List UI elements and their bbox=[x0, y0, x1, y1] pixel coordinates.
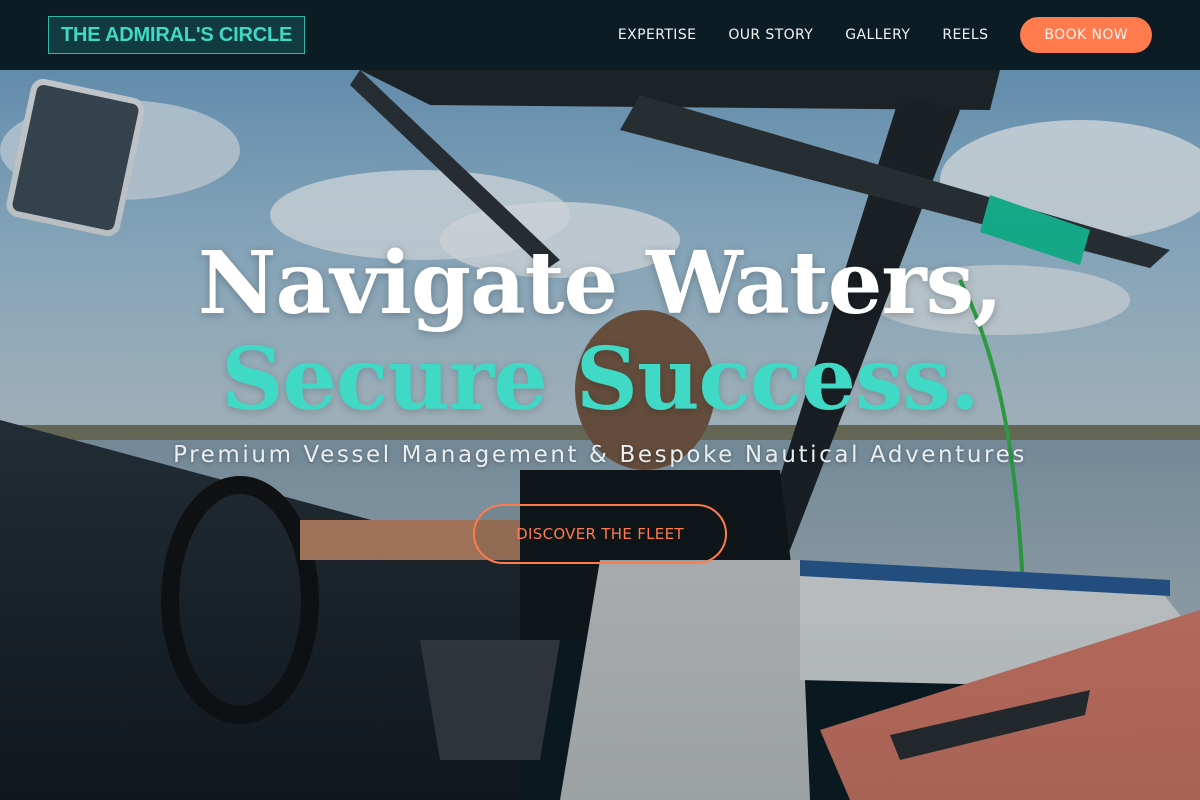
hero-headline: Navigate Waters, Secure Success. bbox=[0, 236, 1200, 428]
top-navigation: THE ADMIRAL'S CIRCLE EXPERTISE OUR STORY… bbox=[0, 0, 1200, 70]
book-now-button[interactable]: BOOK NOW bbox=[1020, 17, 1152, 53]
nav-link-expertise[interactable]: EXPERTISE bbox=[618, 27, 696, 43]
nav-link-reels[interactable]: REELS bbox=[942, 27, 988, 43]
discover-fleet-button[interactable]: DISCOVER THE FLEET bbox=[473, 504, 727, 564]
nav-link-our-story[interactable]: OUR STORY bbox=[728, 27, 813, 43]
hero-content: Navigate Waters, Secure Success. Premium… bbox=[0, 236, 1200, 564]
headline-line-1: Navigate Waters, bbox=[197, 233, 1003, 334]
hero-subtitle: Premium Vessel Management & Bespoke Naut… bbox=[173, 442, 1027, 468]
nav-link-gallery[interactable]: GALLERY bbox=[845, 27, 910, 43]
headline-line-2: Secure Success. bbox=[221, 329, 980, 430]
site-logo[interactable]: THE ADMIRAL'S CIRCLE bbox=[48, 16, 306, 54]
nav-links: EXPERTISE OUR STORY GALLERY REELS BOOK N… bbox=[618, 17, 1152, 53]
